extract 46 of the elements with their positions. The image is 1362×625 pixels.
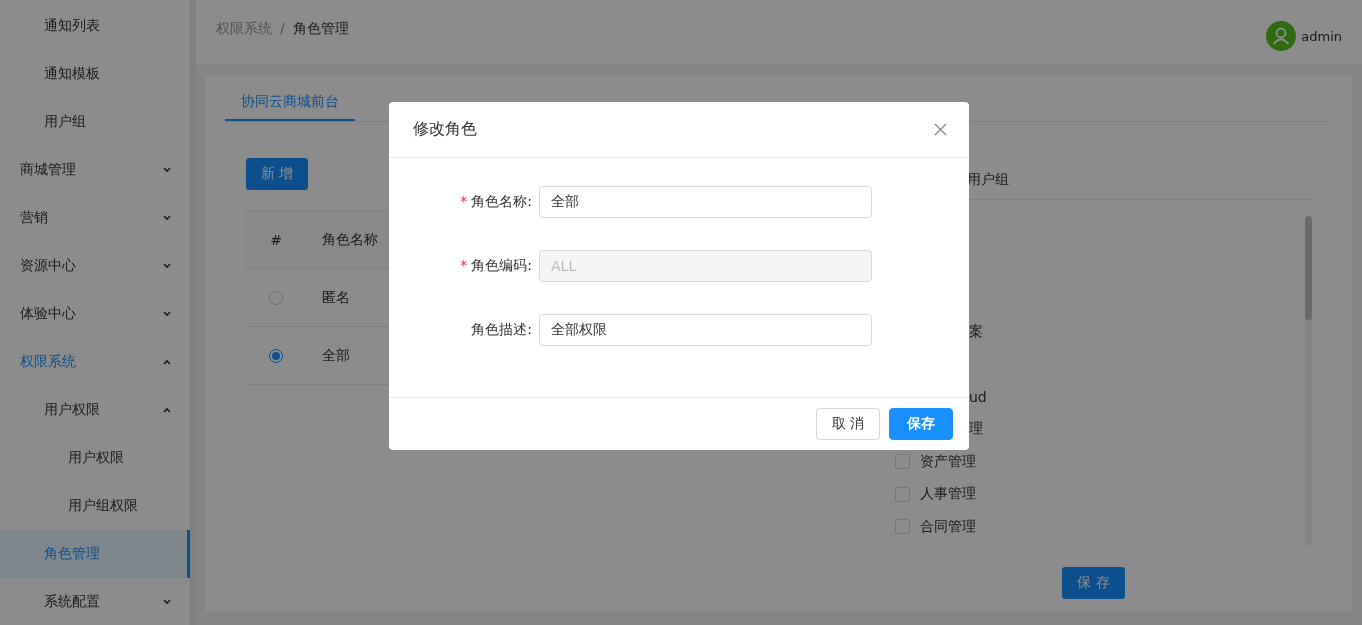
scrollbar[interactable] (190, 0, 196, 625)
sidebar-item[interactable]: 通知模板 (0, 50, 190, 98)
sidebar-item[interactable]: 系统配置 (0, 578, 190, 625)
column-header: 角色名称 (321, 230, 378, 249)
field-label: 角色名称: (471, 193, 532, 211)
table-cell-text: 匿名 (321, 288, 350, 307)
sidebar-item[interactable]: 资源中心 (0, 242, 190, 290)
sidebar-item[interactable]: 用户权限 (0, 386, 190, 434)
sidebar-item[interactable]: 用户权限 (0, 434, 190, 482)
permission-label: 案 (969, 323, 983, 342)
table-cell-text: 全部 (321, 346, 350, 365)
permission-label: ud (969, 388, 987, 405)
tab[interactable]: 用户组 (967, 171, 1009, 189)
permission-label: 理 (969, 420, 983, 439)
chevron-icon (162, 311, 172, 317)
chevron-icon (162, 215, 172, 221)
cancel-button[interactable]: 取 消 (816, 408, 880, 440)
close-icon[interactable] (934, 123, 947, 136)
sidebar-item[interactable]: 商城管理 (0, 146, 190, 194)
chevron-icon (162, 407, 172, 413)
checkbox-label[interactable]: 人事管理 (920, 485, 976, 504)
chevron-icon (162, 359, 172, 365)
sidebar-item[interactable]: 用户组权限 (0, 482, 190, 530)
sidebar-item[interactable]: 通知列表 (0, 2, 190, 50)
chevron-icon (162, 263, 172, 269)
sidebar-item[interactable]: 体验中心 (0, 290, 190, 338)
sidebar-item[interactable]: 营销 (0, 194, 190, 242)
breadcrumb-item: 角色管理 (292, 20, 349, 38)
input-field[interactable]: 全部权限 (539, 314, 872, 346)
input-field[interactable]: 全部 (539, 186, 872, 218)
required-mark: * (460, 257, 468, 275)
chevron-icon (162, 599, 172, 605)
user-name[interactable]: admin (1301, 28, 1342, 44)
sidebar-item[interactable]: 用户组 (0, 98, 190, 146)
checkbox-label[interactable]: 资产管理 (920, 452, 976, 471)
chevron-icon (162, 167, 172, 173)
column-header: # (269, 231, 283, 248)
required-mark: * (460, 193, 468, 211)
dialog-title: 修改角色 (413, 119, 477, 140)
field-label: 角色描述: (471, 321, 532, 339)
checkbox-label[interactable]: 合同管理 (920, 517, 976, 536)
breadcrumb-separator: / (280, 20, 285, 38)
field-label: 角色编码: (471, 257, 532, 275)
save-button[interactable]: 保存 (889, 408, 953, 440)
scrollbar[interactable] (1305, 216, 1312, 546)
avatar-icon[interactable] (1266, 21, 1297, 51)
